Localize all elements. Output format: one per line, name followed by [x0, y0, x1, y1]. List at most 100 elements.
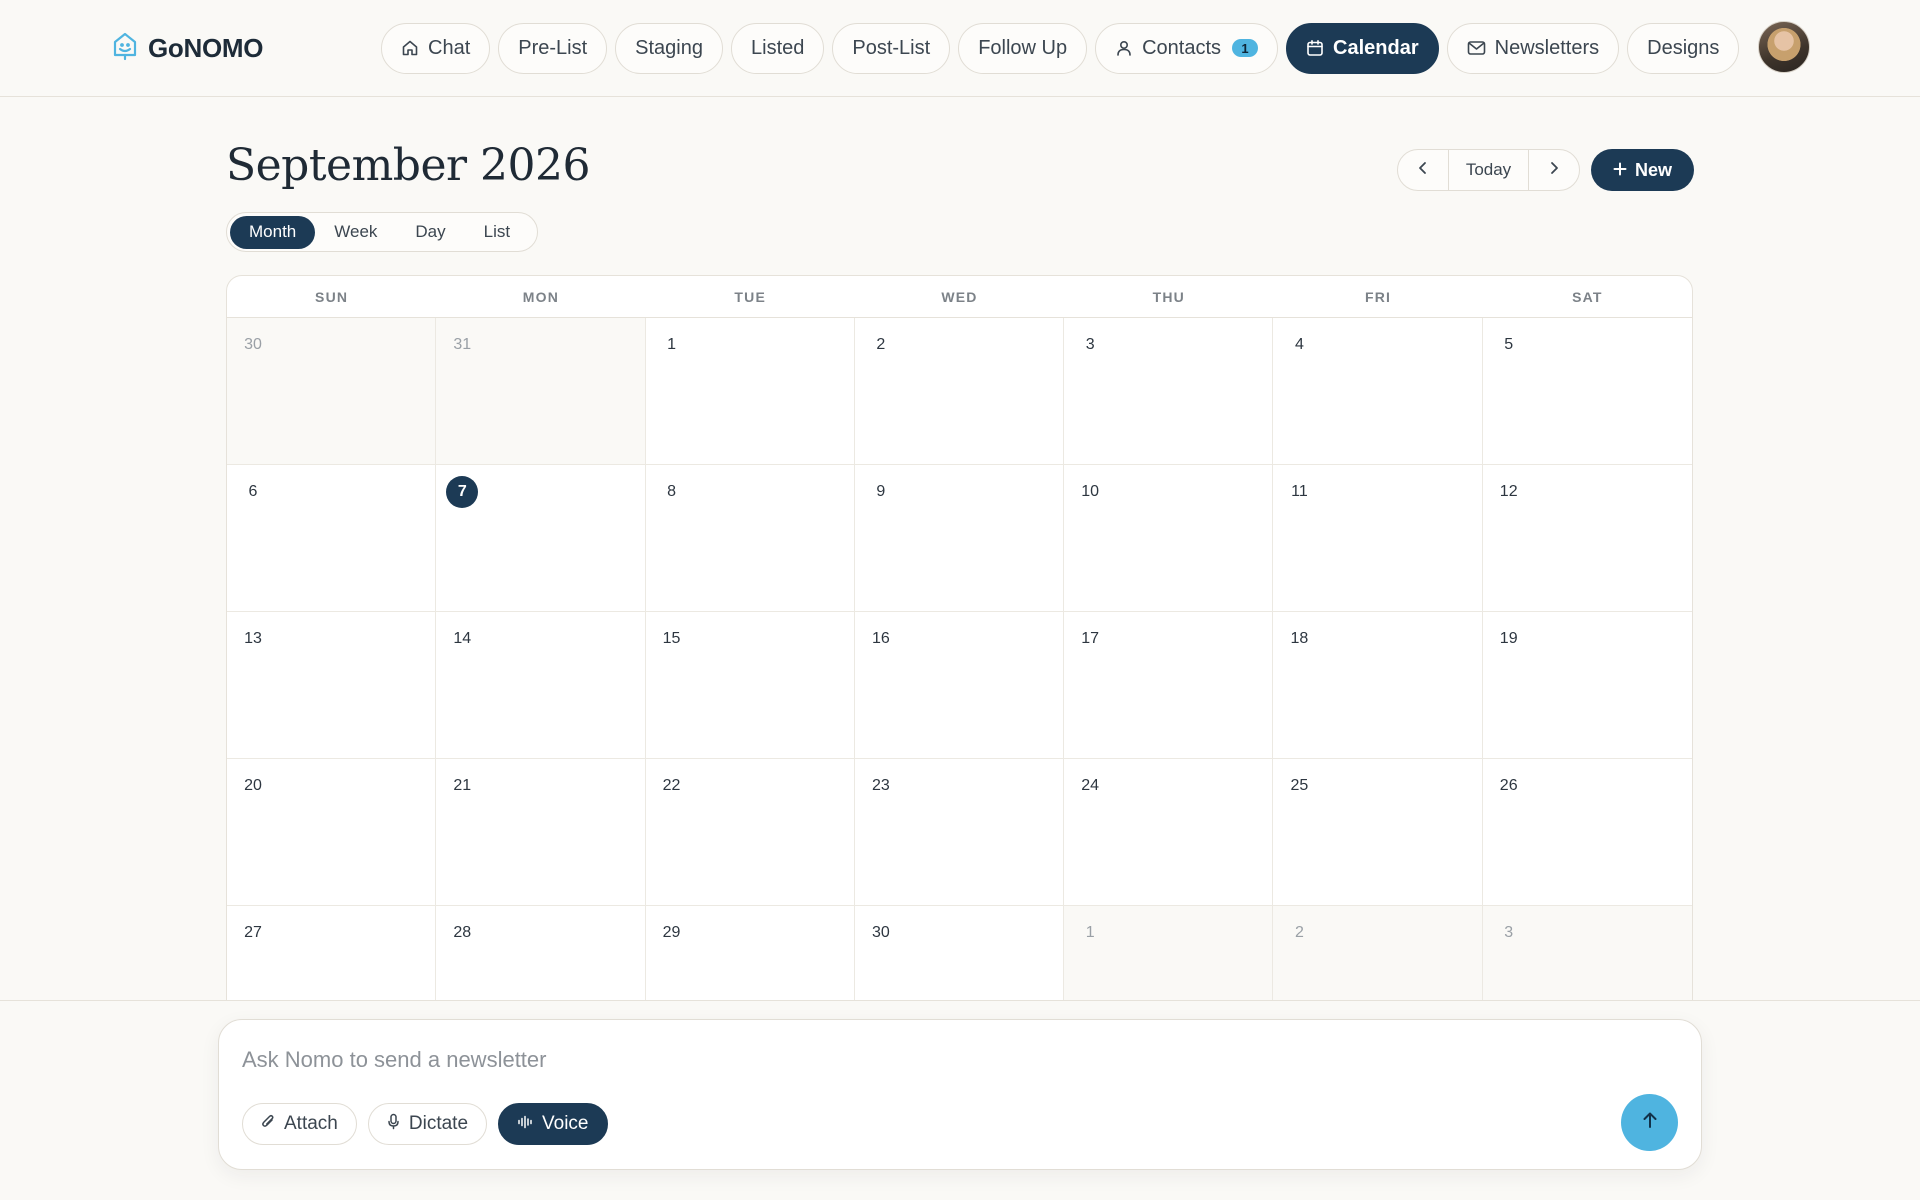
day-number: 8 — [667, 483, 677, 500]
calendar-day-cell[interactable]: 12 — [1482, 465, 1692, 612]
nav-calendar[interactable]: Calendar — [1286, 22, 1439, 74]
day-number: 2 — [1294, 924, 1304, 941]
calendar-day-cell[interactable]: 9 — [854, 465, 1065, 612]
chevron-left-icon — [1417, 161, 1429, 180]
month-calendar-grid: SUN MON TUE WED THU FRI SAT 30 31 1 2 3 4 5 6 7 8… — [226, 275, 1693, 1010]
day-number: 16 — [871, 630, 890, 647]
view-week-button[interactable]: Week — [315, 216, 396, 249]
nav-designs[interactable]: Designs — [1627, 22, 1740, 74]
today-button[interactable]: Today — [1447, 150, 1530, 190]
previous-month-button[interactable] — [1398, 150, 1448, 190]
day-number: 13 — [244, 630, 262, 647]
brand-name: GoNOMO — [148, 32, 264, 63]
day-number: 6 — [248, 483, 258, 500]
ask-nomo-input[interactable] — [242, 1044, 1442, 1076]
calendar-day-today[interactable]: 7 — [436, 465, 646, 612]
weekday-label: SUN — [315, 288, 349, 305]
calendar-day-cell[interactable]: 5 — [1482, 318, 1692, 465]
calendar-day-cell[interactable]: 2 — [1273, 906, 1483, 1009]
calendar-day-cell[interactable]: 27 — [227, 906, 437, 1009]
day-number: 1 — [667, 336, 677, 353]
nav-listed[interactable]: Listed — [731, 22, 825, 74]
weekday-label: MON — [522, 288, 560, 305]
view-month-button[interactable]: Month — [230, 215, 316, 249]
calendar-day-cell[interactable]: 24 — [1064, 759, 1274, 906]
calendar-day-cell[interactable]: 31 — [436, 318, 646, 465]
dictate-button[interactable]: Dictate — [367, 1103, 488, 1145]
user-avatar[interactable] — [1758, 21, 1810, 73]
calendar-day-cell[interactable]: 16 — [854, 612, 1065, 759]
calendar-day-cell[interactable]: 8 — [645, 465, 855, 612]
chat-composer: Attach Dictate Voice — [218, 1019, 1702, 1170]
nav-listed-label: Listed — [751, 36, 805, 59]
calendar-day-cell[interactable]: 10 — [1064, 465, 1274, 612]
chevron-right-icon — [1548, 161, 1560, 180]
calendar-day-cell[interactable]: 21 — [436, 759, 646, 906]
calendar-day-cell[interactable]: 1 — [645, 318, 855, 465]
attach-button[interactable]: Attach — [242, 1103, 357, 1145]
view-list-button[interactable]: List — [465, 216, 529, 249]
person-icon — [1115, 39, 1133, 57]
calendar-day-cell[interactable]: 11 — [1273, 465, 1483, 612]
calendar-day-cell[interactable]: 23 — [854, 759, 1065, 906]
day-number: 11 — [1291, 483, 1308, 500]
calendar-day-cell[interactable]: 14 — [436, 612, 646, 759]
calendar-day-cell[interactable]: 28 — [436, 906, 646, 1009]
day-number: 22 — [662, 777, 681, 794]
home-icon — [401, 39, 419, 57]
nav-contacts[interactable]: Contacts 1 — [1095, 22, 1279, 74]
weekday-label: SAT — [1572, 288, 1603, 305]
arrow-up-icon — [1642, 1111, 1658, 1134]
day-number: 29 — [662, 924, 681, 941]
view-switcher: Month Week Day List — [226, 212, 538, 252]
nav-staging[interactable]: Staging — [615, 22, 723, 74]
nav-pre-list-label: Pre-List — [518, 36, 588, 59]
new-event-button[interactable]: New — [1591, 149, 1694, 191]
nav-chat[interactable]: Chat — [381, 22, 491, 74]
day-number: 2 — [876, 336, 886, 353]
calendar-day-cell[interactable]: 2 — [854, 318, 1065, 465]
attach-label: Attach — [284, 1113, 338, 1134]
calendar-day-cell[interactable]: 3 — [1064, 318, 1274, 465]
calendar-day-cell[interactable]: 30 — [227, 318, 437, 465]
day-number: 25 — [1290, 777, 1309, 794]
calendar-weeks: 30 31 1 2 3 4 5 6 7 8 9 10 11 12 13 14 15 16 17 18 19 20 21 22 2… — [227, 318, 1692, 1009]
calendar-day-cell[interactable]: 4 — [1273, 318, 1483, 465]
calendar-day-cell[interactable]: 13 — [227, 612, 437, 759]
calendar-day-cell[interactable]: 30 — [855, 906, 1065, 1009]
calendar-day-cell[interactable]: 1 — [1064, 906, 1274, 1009]
day-number: 18 — [1290, 630, 1309, 647]
day-number: 27 — [244, 924, 262, 941]
calendar-day-cell[interactable]: 15 — [645, 612, 855, 759]
day-number: 30 — [871, 924, 890, 941]
day-number: 9 — [876, 483, 886, 500]
calendar-day-cell[interactable]: 19 — [1482, 612, 1692, 759]
calendar-day-cell[interactable]: 17 — [1064, 612, 1274, 759]
date-navigation: Today — [1397, 149, 1580, 191]
calendar-day-cell[interactable]: 25 — [1273, 759, 1483, 906]
brand-logo-link[interactable]: GoNOMO — [112, 28, 263, 68]
mail-icon — [1467, 40, 1486, 56]
calendar-day-cell[interactable]: 22 — [645, 759, 855, 906]
weekday-header-row: SUN MON TUE WED THU FRI SAT — [227, 276, 1692, 318]
day-number: 24 — [1081, 777, 1100, 794]
calendar-day-cell[interactable]: 29 — [646, 906, 855, 1009]
calendar-day-cell[interactable]: 6 — [227, 465, 437, 612]
voice-button[interactable]: Voice — [498, 1103, 608, 1145]
calendar-day-cell[interactable]: 3 — [1482, 906, 1692, 1009]
nav-pre-list[interactable]: Pre-List — [498, 22, 608, 74]
view-day-button[interactable]: Day — [396, 216, 464, 249]
calendar-day-cell[interactable]: 26 — [1482, 759, 1692, 906]
weekday-label: TUE — [734, 288, 766, 305]
nav-follow-up[interactable]: Follow Up — [958, 22, 1088, 74]
day-number: 15 — [662, 630, 681, 647]
next-month-button[interactable] — [1529, 150, 1579, 190]
send-button[interactable] — [1621, 1094, 1678, 1151]
calendar-day-cell[interactable]: 18 — [1273, 612, 1483, 759]
calendar-day-cell[interactable]: 20 — [227, 759, 437, 906]
nav-post-list[interactable]: Post-List — [832, 22, 951, 74]
nav-newsletters[interactable]: Newsletters — [1446, 22, 1620, 74]
day-number: 3 — [1085, 336, 1095, 353]
nav-chat-label: Chat — [428, 36, 471, 59]
day-number: 19 — [1499, 630, 1518, 647]
